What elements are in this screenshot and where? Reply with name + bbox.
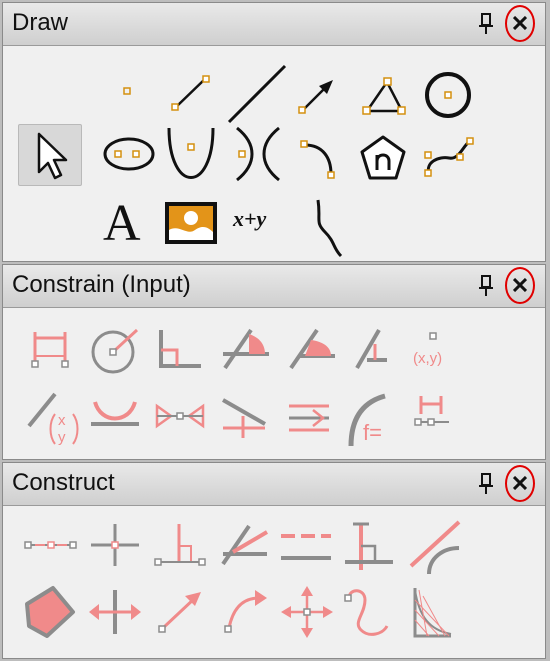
formula-tool-symbol: x+y xyxy=(233,206,267,231)
reflect-tool[interactable] xyxy=(87,588,143,636)
tangent-line-tool[interactable] xyxy=(407,518,463,575)
freehand-tool[interactable] xyxy=(313,196,347,258)
text-tool[interactable]: A xyxy=(103,196,155,252)
construct-panel: Construct xyxy=(2,462,546,659)
angle-constraint-tool[interactable] xyxy=(221,328,273,372)
perpendicular-foot-tool[interactable] xyxy=(153,522,209,568)
circle-tool[interactable] xyxy=(421,68,475,122)
formula-constraint-label: f= xyxy=(363,420,382,445)
close-icon xyxy=(513,16,527,30)
point-on-line-constraint-tool[interactable] xyxy=(219,396,269,440)
horizontal-distance-constraint-tool[interactable] xyxy=(413,394,453,432)
infinite-line-tool[interactable] xyxy=(225,62,289,126)
tangent-constraint-tool[interactable] xyxy=(89,400,141,430)
symmetry-constraint-tool[interactable] xyxy=(153,400,207,434)
pin-icon[interactable] xyxy=(478,275,494,297)
parabola-tool[interactable] xyxy=(163,124,223,180)
point-coordinates-label: (x,y) xyxy=(413,350,443,367)
bspline-tool[interactable] xyxy=(421,132,477,184)
midpoint-tool[interactable] xyxy=(23,536,79,554)
arc-tool[interactable] xyxy=(297,136,341,180)
polygon-area-tool[interactable] xyxy=(23,584,79,640)
formula-constraint-tool[interactable]: f= xyxy=(341,390,403,450)
ratio-y-label: y xyxy=(58,429,66,446)
fixed-angle-constraint-tool[interactable] xyxy=(287,328,339,372)
perpendicular-line-tool[interactable] xyxy=(343,522,395,572)
draw-panel-title: Draw xyxy=(12,9,69,36)
construct-panel-title: Construct xyxy=(12,469,115,496)
ray-tool[interactable] xyxy=(295,74,339,118)
ratio-constraint-tool[interactable]: x y xyxy=(25,392,79,446)
distance-constraint-tool[interactable] xyxy=(29,330,73,370)
parallel-line-tool[interactable] xyxy=(279,528,333,566)
constrain-panel-header: Constrain (Input) xyxy=(3,265,545,308)
pin-icon[interactable] xyxy=(478,13,494,35)
move-tool[interactable] xyxy=(279,584,335,640)
polygon-tool[interactable] xyxy=(358,134,408,182)
close-icon xyxy=(513,476,527,490)
hyperbola-tool[interactable] xyxy=(231,124,287,184)
formula-tool[interactable]: x+y xyxy=(233,206,281,234)
polyline-tool[interactable] xyxy=(357,74,407,118)
close-button[interactable] xyxy=(505,465,535,502)
close-button[interactable] xyxy=(505,267,535,304)
right-angle-constraint-tool[interactable] xyxy=(155,328,203,372)
curve-trace-tool[interactable] xyxy=(343,586,393,640)
close-button[interactable] xyxy=(505,5,535,42)
angle-bisector-tool[interactable] xyxy=(219,524,271,568)
parallel-constraint-tool[interactable] xyxy=(285,398,333,438)
perpendicular-constraint-tool[interactable] xyxy=(351,328,391,372)
translate-vector-tool[interactable] xyxy=(155,588,205,636)
constrain-panel-title: Constrain (Input) xyxy=(12,271,191,298)
text-tool-symbol: A xyxy=(103,195,141,252)
construct-panel-header: Construct xyxy=(3,463,545,506)
pin-icon[interactable] xyxy=(478,473,494,495)
intersection-tool[interactable] xyxy=(89,522,141,568)
radius-constraint-tool[interactable] xyxy=(89,326,141,374)
pointer-tool[interactable] xyxy=(18,124,82,186)
ratio-x-label: x xyxy=(58,412,66,429)
draw-panel: Draw A x+y xyxy=(2,2,546,262)
ellipse-tool[interactable] xyxy=(101,136,157,172)
rotate-tool[interactable] xyxy=(221,588,271,636)
point-coordinates-tool[interactable]: (x,y) xyxy=(411,330,461,374)
envelope-tool[interactable] xyxy=(405,586,455,640)
image-tool[interactable] xyxy=(163,200,219,246)
line-segment-tool[interactable] xyxy=(169,72,213,116)
close-icon xyxy=(513,278,527,292)
constrain-panel: Constrain (Input) (x,y) x y f= xyxy=(2,264,546,460)
point-tool[interactable] xyxy=(118,82,138,102)
draw-panel-header: Draw xyxy=(3,3,545,46)
